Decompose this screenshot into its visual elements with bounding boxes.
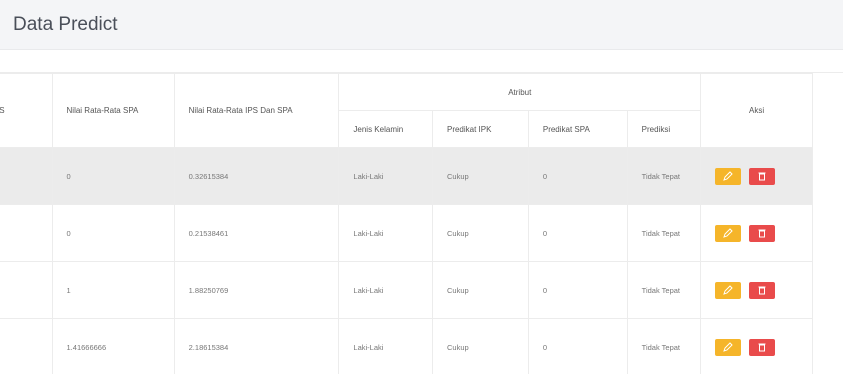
cell-pred-ipk: Cukup <box>431 318 529 374</box>
cell-pred-ipk: Cukup <box>431 261 529 319</box>
table-toolbar <box>0 51 843 73</box>
cell-aksi <box>700 318 813 374</box>
cell-aksi <box>700 204 813 262</box>
trash-icon <box>758 286 766 294</box>
cell-ips <box>0 261 53 319</box>
header-atribut: Atribut <box>338 73 702 111</box>
edit-icon <box>723 341 733 352</box>
trash-icon <box>758 229 766 237</box>
cell-aksi <box>700 147 813 205</box>
cell-pred-spa: 0 <box>527 261 628 319</box>
delete-button[interactable] <box>749 224 776 242</box>
edit-button[interactable] <box>715 338 742 356</box>
cell-pred-spa: 0 <box>527 147 628 205</box>
cell-pred-ipk: Cukup <box>431 147 529 205</box>
delete-button[interactable] <box>749 281 776 299</box>
header-ips-spa: Nilai Rata-Rata IPS Dan SPA <box>173 73 340 148</box>
table-row: 0 0.21538461 Laki-Laki Cukup 0 Tidak Tep… <box>0 204 813 262</box>
cell-ips <box>0 318 53 374</box>
table-row: 1.41666666 2.18615384 Laki-Laki Cukup 0 … <box>0 318 813 374</box>
cell-ips <box>0 204 53 262</box>
header-gender: Jenis Kelamin <box>338 110 433 148</box>
delete-button[interactable] <box>749 338 776 356</box>
cell-pred-spa: 0 <box>527 204 628 262</box>
edit-button[interactable] <box>715 224 742 242</box>
cell-ips-spa: 0.21538461 <box>173 204 340 262</box>
cell-pred-spa: 0 <box>527 318 628 374</box>
trash-icon <box>758 343 766 351</box>
data-predict-card: Data Predict a IPS Nilai Rata-Rata SPA N… <box>0 0 843 374</box>
cell-gender: Laki-Laki <box>338 318 433 374</box>
table-row: 0 0.32615384 Laki-Laki Cukup 0 Tidak Tep… <box>0 147 813 205</box>
cell-prediksi: Tidak Tepat <box>626 204 702 262</box>
cell-gender: Laki-Laki <box>338 147 433 205</box>
cell-spa: 1 <box>51 261 175 319</box>
edit-button[interactable] <box>715 167 742 185</box>
cell-gender: Laki-Laki <box>338 204 433 262</box>
header-ips: a IPS <box>0 73 53 148</box>
header-spa: Nilai Rata-Rata SPA <box>51 73 175 148</box>
trash-icon <box>758 172 766 180</box>
cell-spa: 0 <box>51 204 175 262</box>
delete-button[interactable] <box>749 167 776 185</box>
cell-ips-spa: 1.88250769 <box>173 261 340 319</box>
cell-gender: Laki-Laki <box>338 261 433 319</box>
header-pred-spa: Predikat SPA <box>527 110 628 148</box>
cell-ips-spa: 0.32615384 <box>173 147 340 205</box>
edit-icon <box>723 284 733 295</box>
header-pred-ipk: Predikat IPK <box>431 110 529 148</box>
header-prediksi: Prediksi <box>626 110 702 148</box>
cell-pred-ipk: Cukup <box>431 204 529 262</box>
header-aksi: Aksi <box>700 73 813 148</box>
edit-icon <box>723 227 733 238</box>
cell-spa: 1.41666666 <box>51 318 175 374</box>
cell-spa: 0 <box>51 147 175 205</box>
page-title: Data Predict <box>13 14 118 35</box>
edit-button[interactable] <box>715 281 742 299</box>
cell-prediksi: Tidak Tepat <box>626 261 702 319</box>
card-header: Data Predict <box>0 0 843 50</box>
cell-ips <box>0 147 53 205</box>
table-row: 1 1.88250769 Laki-Laki Cukup 0 Tidak Tep… <box>0 261 813 319</box>
cell-prediksi: Tidak Tepat <box>626 147 702 205</box>
predict-table: a IPS Nilai Rata-Rata SPA Nilai Rata-Rat… <box>0 73 813 374</box>
cell-prediksi: Tidak Tepat <box>626 318 702 374</box>
cell-aksi <box>700 261 813 319</box>
edit-icon <box>723 170 733 181</box>
cell-ips-spa: 2.18615384 <box>173 318 340 374</box>
